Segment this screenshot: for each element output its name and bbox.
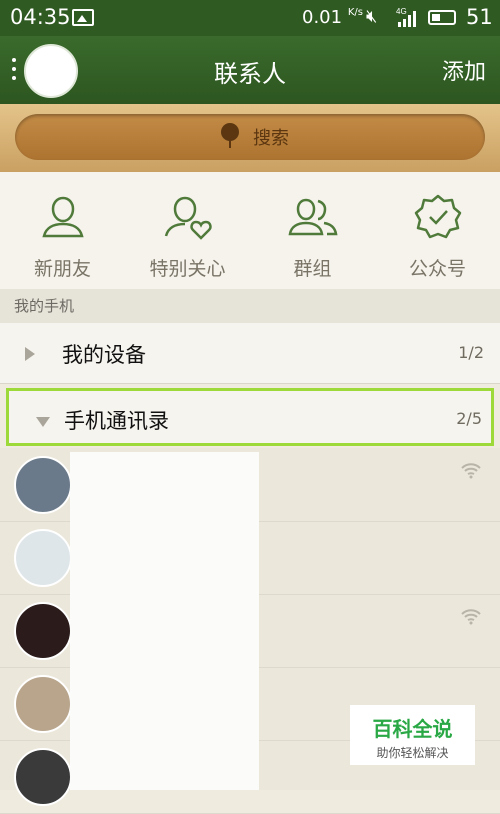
avatar — [14, 675, 72, 733]
battery-icon — [428, 10, 456, 25]
person-heart-icon — [164, 196, 212, 240]
collapse-arrow-icon — [36, 417, 50, 427]
wifi-icon — [461, 463, 481, 479]
avatar — [14, 529, 72, 587]
quick-actions: 新朋友 特别关心 群组 公众号 — [0, 172, 500, 290]
avatar — [14, 456, 72, 514]
group-my-devices[interactable]: 我的设备 1/2 — [0, 323, 500, 384]
search-label: 搜索 — [253, 128, 289, 149]
image-notification-icon — [72, 9, 94, 26]
battery-level: 51 — [466, 5, 493, 29]
signal-icon: 4G — [396, 7, 416, 27]
network-speed: 0.01 K/s — [302, 7, 363, 28]
group-icon — [288, 198, 338, 236]
group-count: 2/5 — [456, 409, 482, 428]
search-bar[interactable]: 搜索 — [15, 114, 485, 160]
person-icon — [42, 196, 84, 238]
watermark-main: 百科全说 — [372, 717, 453, 741]
location-pin-icon — [221, 123, 239, 148]
group-label: 手机通讯录 — [64, 409, 169, 433]
official-accounts-label: 公众号 — [408, 258, 466, 280]
groups-button[interactable]: 群组 — [250, 172, 375, 289]
avatar — [14, 602, 72, 660]
mute-icon: 🔇︎ — [366, 6, 378, 27]
section-header: 我的手机 — [0, 289, 500, 323]
wifi-icon — [461, 609, 481, 625]
new-friends-label: 新朋友 — [33, 258, 91, 280]
status-time: 04:35 — [10, 5, 71, 29]
search-area: 搜索 — [0, 104, 500, 172]
group-count: 1/2 — [458, 343, 484, 362]
watermark-logo: 百科全说 助你轻松解决 — [350, 705, 475, 765]
redacted-names-overlay — [70, 452, 259, 790]
add-button[interactable]: 添加 — [442, 54, 486, 86]
app-header: 联系人 添加 — [0, 36, 500, 104]
verified-badge-icon — [414, 194, 462, 239]
groups-label: 群组 — [293, 258, 332, 280]
official-accounts-button[interactable]: 公众号 — [375, 172, 500, 289]
status-bar: 04:35 0.01 K/s 🔇︎ 4G 51 — [0, 0, 500, 36]
special-care-label: 特别关心 — [149, 258, 226, 280]
watermark-sub: 助你轻松解决 — [376, 746, 449, 760]
group-label: 我的设备 — [62, 343, 146, 367]
new-friends-button[interactable]: 新朋友 — [0, 172, 125, 289]
network-type-label: 4G — [396, 7, 407, 16]
page-title: 联系人 — [214, 60, 286, 88]
special-care-button[interactable]: 特别关心 — [125, 172, 250, 289]
avatar — [14, 748, 72, 806]
expand-arrow-icon — [25, 347, 35, 361]
group-phone-contacts[interactable]: 手机通讯录 2/5 — [6, 388, 494, 446]
